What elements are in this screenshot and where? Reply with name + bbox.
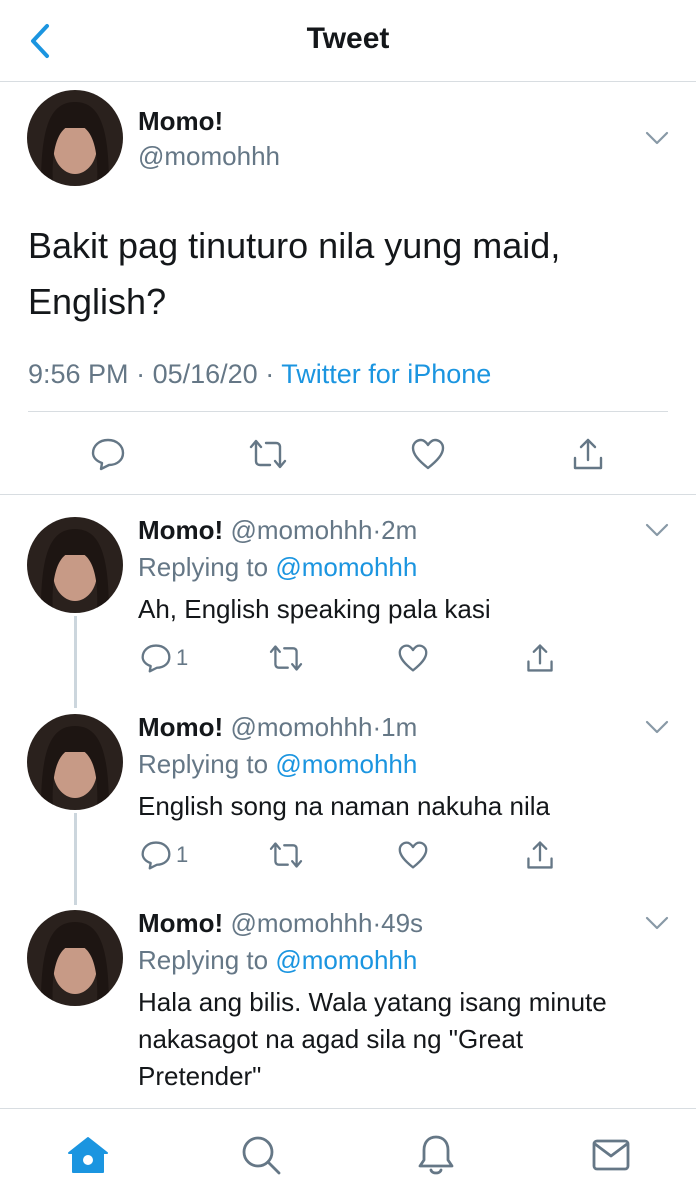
reply-timestamp: 2m — [381, 515, 418, 545]
divider — [28, 411, 668, 412]
tweet-menu-button[interactable] — [642, 717, 672, 737]
reply-button[interactable]: 1 — [140, 837, 188, 873]
tweet-menu-button[interactable] — [642, 913, 672, 933]
chevron-down-icon — [645, 720, 669, 734]
reply-text: Hala ang bilis. Wala yatang isang minute… — [138, 984, 668, 1095]
messages-icon — [592, 1139, 630, 1171]
share-button[interactable] — [524, 837, 556, 873]
share-icon — [527, 841, 553, 869]
tab-search[interactable] — [237, 1131, 285, 1179]
navigation-bar: Tweet — [0, 0, 696, 82]
reply-icon — [141, 841, 171, 870]
avatar[interactable] — [27, 90, 123, 186]
page-title: Tweet — [306, 22, 390, 55]
replying-to: Replying to @momohhh — [138, 749, 417, 780]
reply-author-handle[interactable]: @momohhh — [230, 515, 372, 545]
tweet-text-line: English? — [28, 281, 167, 322]
tab-bar — [0, 1108, 696, 1200]
share-icon — [573, 438, 603, 470]
reply-header: Momo! @momohhh·2m — [138, 515, 417, 546]
reply-text: Ah, English speaking pala kasi — [138, 594, 491, 624]
retweet-icon — [249, 439, 287, 469]
reply-timestamp: 49s — [381, 908, 424, 938]
share-button[interactable] — [524, 640, 556, 676]
reply-author-handle[interactable]: @momohhh — [230, 712, 372, 742]
chevron-down-icon — [645, 916, 669, 930]
retweet-icon — [269, 645, 303, 671]
tweet-menu-button[interactable] — [642, 520, 672, 540]
like-button[interactable] — [397, 640, 429, 676]
mention-link[interactable]: @momohhh — [275, 749, 417, 779]
tweet-source-link[interactable]: Twitter for iPhone — [281, 359, 491, 389]
reply-dot: · — [372, 908, 382, 938]
reply-button[interactable] — [86, 432, 130, 476]
reply-author-name[interactable]: Momo! — [138, 712, 223, 742]
reply-dot: · — [372, 515, 382, 545]
replying-label: Replying to — [138, 552, 269, 582]
mention-link[interactable]: @momohhh — [275, 552, 417, 582]
retweet-button[interactable] — [268, 837, 304, 873]
divider — [0, 494, 696, 495]
reply-icon — [141, 644, 171, 673]
reply-author-name[interactable]: Momo! — [138, 908, 223, 938]
replying-label: Replying to — [138, 749, 269, 779]
reply-button[interactable]: 1 — [140, 640, 188, 676]
share-button[interactable] — [566, 432, 610, 476]
tab-notifications[interactable] — [412, 1131, 460, 1179]
notifications-icon — [418, 1135, 454, 1175]
avatar[interactable] — [27, 714, 123, 810]
meta-separator: · — [265, 359, 275, 389]
mention-link[interactable]: @momohhh — [275, 945, 417, 975]
reply-text: English song na naman nakuha nila — [138, 791, 550, 821]
tweet-date: 05/16/20 — [152, 359, 258, 389]
chevron-down-icon — [645, 131, 669, 145]
tweet-text-line: Bakit pag tinuturo nila yung maid, — [28, 225, 561, 266]
search-icon — [242, 1136, 281, 1175]
replying-label: Replying to — [138, 945, 269, 975]
reply-dot: · — [372, 712, 382, 742]
reply-timestamp: 1m — [381, 712, 418, 742]
reply-author-name[interactable]: Momo! — [138, 515, 223, 545]
author-name[interactable]: Momo! — [138, 106, 223, 137]
avatar[interactable] — [27, 910, 123, 1006]
like-icon — [398, 841, 428, 869]
tab-home[interactable] — [64, 1131, 112, 1179]
retweet-icon — [269, 842, 303, 868]
reply-icon — [91, 438, 125, 471]
avatar[interactable] — [27, 517, 123, 613]
like-button[interactable] — [397, 837, 429, 873]
thread-line — [74, 813, 77, 905]
tweet-text: Bakit pag tinuturo nila yung maid, Engli… — [28, 218, 648, 330]
reply-text-line: Pretender" — [138, 1061, 262, 1091]
share-icon — [527, 644, 553, 672]
home-icon — [68, 1137, 108, 1173]
replying-to: Replying to @momohhh — [138, 552, 417, 583]
tab-messages[interactable] — [587, 1131, 635, 1179]
tweet-time: 9:56 PM — [28, 359, 129, 389]
retweet-button[interactable] — [268, 640, 304, 676]
reply-text-line: nakasagot na agad sila ng "Great — [138, 1024, 524, 1054]
like-icon — [411, 438, 445, 470]
like-icon — [398, 644, 428, 672]
chevron-down-icon — [645, 523, 669, 537]
replying-to: Replying to @momohhh — [138, 945, 417, 976]
reply-header: Momo! @momohhh·49s — [138, 908, 423, 939]
reply-header: Momo! @momohhh·1m — [138, 712, 417, 743]
tweet-menu-button[interactable] — [642, 128, 672, 148]
author-handle[interactable]: @momohhh — [138, 141, 280, 172]
retweet-button[interactable] — [246, 432, 290, 476]
thread-line — [74, 616, 77, 708]
reply-author-handle[interactable]: @momohhh — [230, 908, 372, 938]
meta-separator: · — [136, 359, 146, 389]
reply-count: 1 — [176, 842, 189, 867]
like-button[interactable] — [406, 432, 450, 476]
tweet-meta: 9:56 PM · 05/16/20 · Twitter for iPhone — [28, 359, 491, 390]
reply-count: 1 — [176, 645, 189, 670]
reply-text-line: Hala ang bilis. Wala yatang isang minute — [138, 987, 607, 1017]
